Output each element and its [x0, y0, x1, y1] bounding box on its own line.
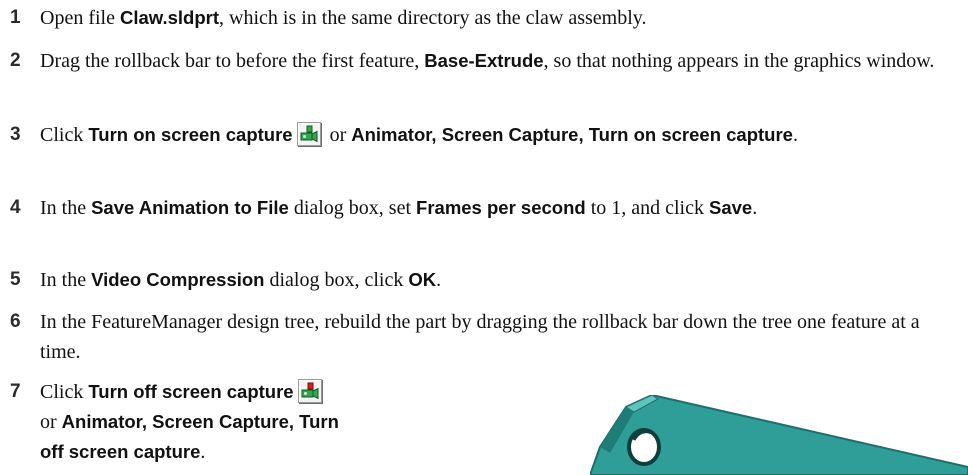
dialog-name: Save Animation to File [91, 197, 289, 218]
step-text: In the Video Compression dialog box, cli… [40, 269, 442, 291]
step-text: Drag the rollback bar to before the firs… [40, 50, 935, 72]
step-text: In the FeatureManager design tree, rebui… [40, 311, 920, 363]
button-name: Save [709, 197, 753, 218]
step-text: Open file Claw.sldprt, which is in the s… [40, 7, 647, 29]
step-text: In the Save Animation to File dialog box… [40, 197, 758, 219]
menu-path: Animator, Screen Capture, Turn on screen… [351, 124, 793, 145]
step-text: Click Turn off screen capture or Animato… [40, 379, 339, 463]
step-number: 4 [10, 197, 21, 218]
step-number: 6 [10, 311, 21, 332]
command-name: Turn on screen capture [88, 124, 293, 145]
screen-capture-off-icon[interactable] [297, 379, 322, 403]
button-name: OK [408, 269, 437, 290]
claw-part-image [590, 395, 968, 475]
command-name: Turn off screen capture [88, 381, 294, 402]
step-number: 5 [10, 269, 21, 290]
dialog-name: Video Compression [91, 269, 265, 290]
step-number: 7 [10, 381, 21, 402]
step-number: 1 [10, 7, 21, 28]
step-number: 3 [10, 124, 21, 145]
step-number: 2 [10, 50, 21, 71]
menu-path: Animator, Screen Capture, Turn off scree… [40, 411, 339, 462]
screen-capture-on-icon[interactable] [296, 122, 321, 146]
file-name: Claw.sldprt [119, 7, 220, 28]
field-name: Frames per second [416, 197, 586, 218]
feature-name: Base-Extrude [424, 50, 544, 71]
step-text: Click Turn on screen capture or Animator… [40, 122, 798, 146]
